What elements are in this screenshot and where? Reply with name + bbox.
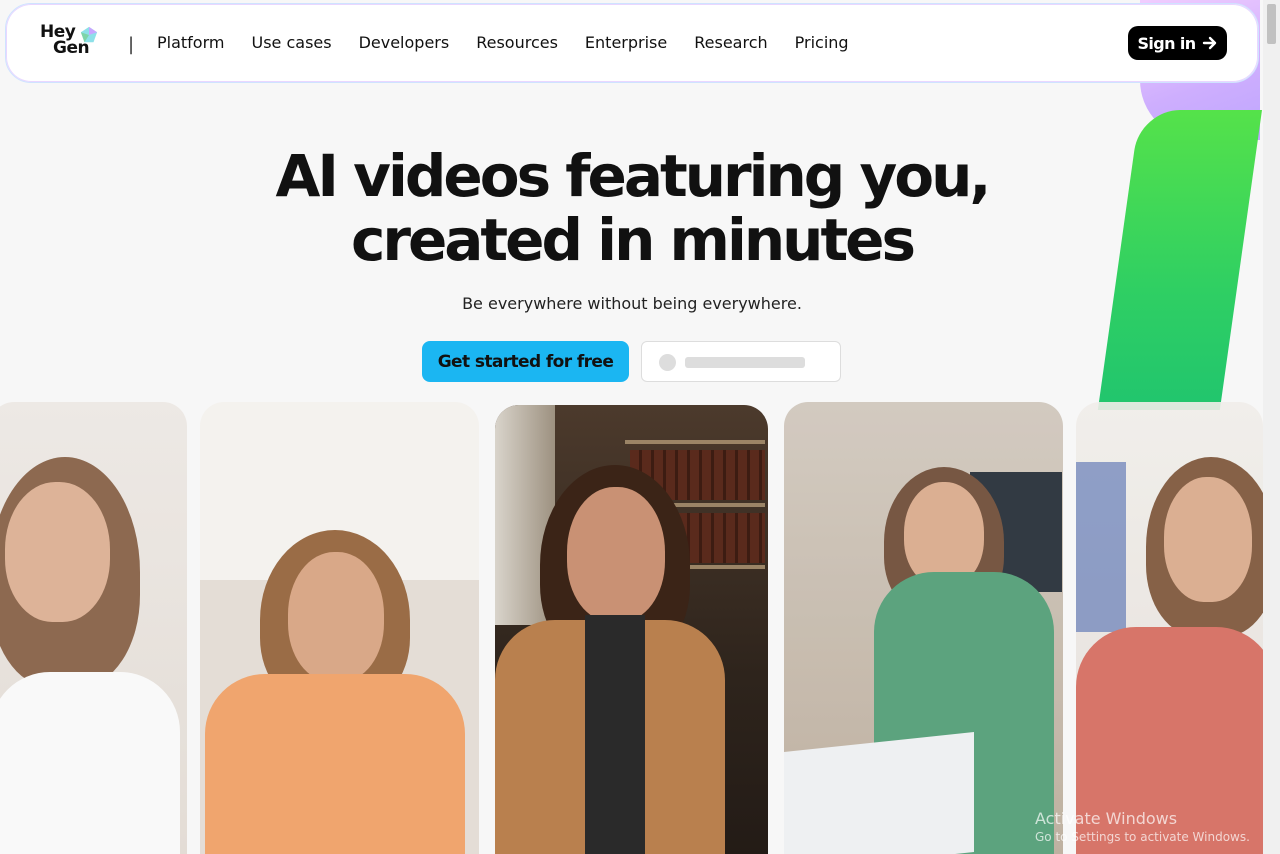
windows-activation-watermark: Activate Windows Go to Settings to activ…	[1035, 810, 1250, 846]
top-navigation: Hey Gen | Platform Use cases Developers …	[5, 3, 1259, 83]
nav-item-research[interactable]: Research	[694, 33, 767, 52]
arrow-right-icon	[1202, 36, 1216, 50]
video-card-2[interactable]	[200, 402, 479, 854]
window	[1076, 462, 1126, 632]
vertical-scrollbar[interactable]	[1263, 0, 1280, 854]
sign-in-button[interactable]: Sign in	[1128, 26, 1227, 60]
video-card-4[interactable]	[784, 402, 1063, 854]
nav-item-pricing[interactable]: Pricing	[795, 33, 849, 52]
sign-in-label: Sign in	[1137, 33, 1196, 53]
desk-papers	[784, 732, 974, 854]
watermark-title: Activate Windows	[1035, 809, 1178, 828]
headline-line-2: created in minutes	[350, 206, 916, 274]
nav-menu: Platform Use cases Developers Resources …	[157, 33, 876, 52]
avatar-body	[205, 674, 465, 854]
shelf	[625, 440, 765, 444]
hero-subtitle: Be everywhere without being everywhere.	[462, 294, 802, 313]
avatar-face	[567, 487, 665, 622]
avatar-body	[0, 672, 180, 854]
turtleneck	[585, 615, 645, 854]
nav-item-resources[interactable]: Resources	[476, 33, 558, 52]
scrollbar-thumb[interactable]	[1267, 4, 1276, 44]
nav-item-developers[interactable]: Developers	[359, 33, 450, 52]
avatar-face	[5, 482, 110, 622]
logo-gem-icon	[80, 26, 98, 43]
video-card-1[interactable]	[0, 402, 187, 854]
get-started-button[interactable]: Get started for free	[422, 341, 629, 382]
watermark-subtitle: Go to Settings to activate Windows.	[1035, 830, 1250, 844]
nav-item-enterprise[interactable]: Enterprise	[585, 33, 667, 52]
nav-separator: |	[128, 34, 135, 55]
hero-headline: AI videos featuring you, created in minu…	[0, 144, 1264, 272]
headline-line-1: AI videos featuring you,	[275, 142, 992, 210]
avatar-face	[1164, 477, 1252, 602]
nav-item-use-cases[interactable]: Use cases	[251, 33, 331, 52]
heygen-logo[interactable]: Hey Gen	[40, 24, 104, 64]
avatar-face	[288, 552, 384, 682]
loading-placeholder-button[interactable]	[641, 341, 841, 382]
nav-item-platform[interactable]: Platform	[157, 33, 224, 52]
video-card-3[interactable]	[495, 405, 768, 854]
placeholder-dot	[659, 354, 676, 371]
placeholder-bar	[685, 357, 805, 368]
video-card-5[interactable]	[1076, 402, 1263, 854]
